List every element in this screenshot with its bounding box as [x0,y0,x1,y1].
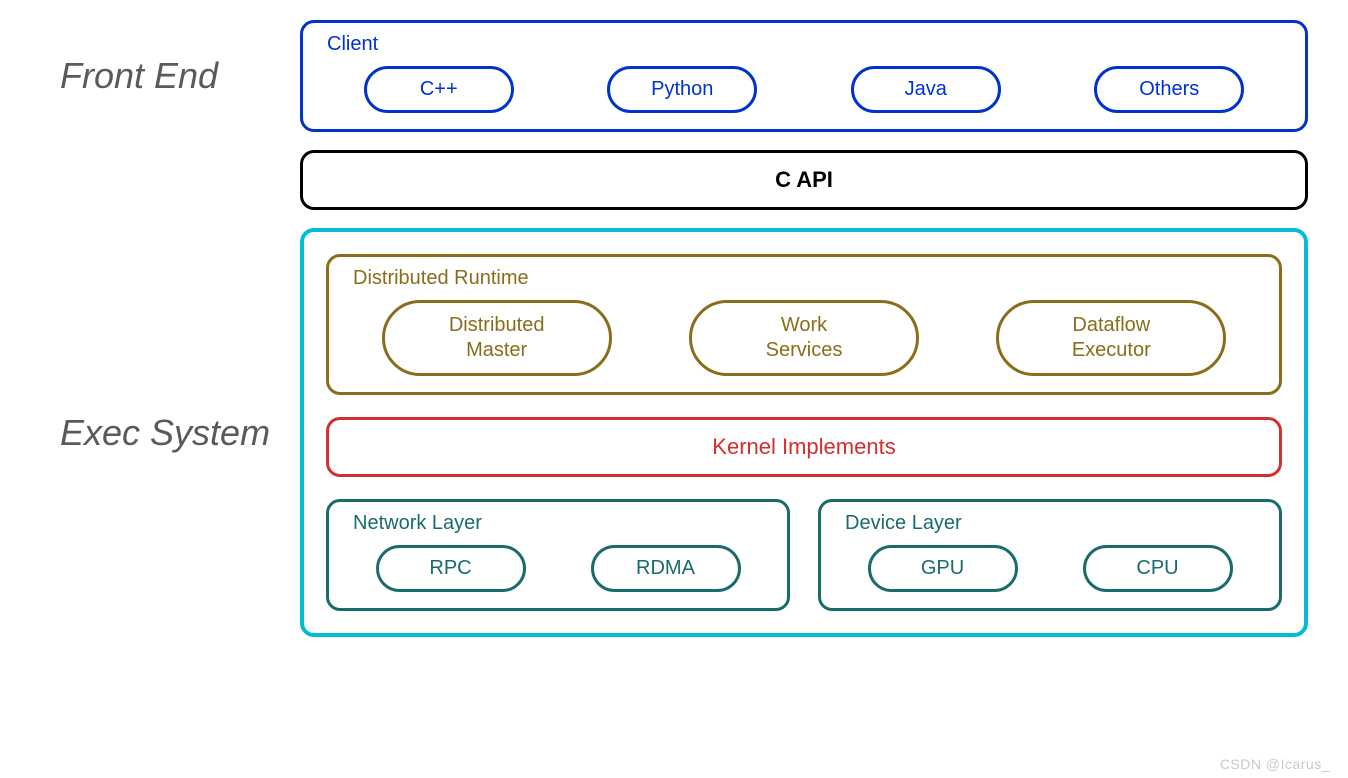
front-end-label: Front End [40,55,300,97]
kernel-box: Kernel Implements [326,417,1282,477]
runtime-item-master: DistributedMaster [382,300,612,376]
exec-system-label: Exec System [40,412,300,454]
device-item-cpu: CPU [1083,545,1233,592]
client-item-others: Others [1094,66,1244,113]
kernel-title: Kernel Implements [329,420,1279,474]
device-box: Device Layer GPU CPU [818,499,1282,611]
runtime-box: Distributed Runtime DistributedMaster Wo… [326,254,1282,395]
runtime-title: Distributed Runtime [353,267,1261,290]
front-end-row: Front End Client C++ Python Java Others [40,20,1308,132]
capi-box: C API [300,150,1308,210]
network-title: Network Layer [353,512,769,535]
client-item-cpp: C++ [364,66,514,113]
device-title: Device Layer [845,512,1261,535]
bottom-layers: Network Layer RPC RDMA Device Layer GPU … [326,499,1282,611]
device-item-gpu: GPU [868,545,1018,592]
client-item-java: Java [851,66,1001,113]
capi-title: C API [303,153,1305,207]
runtime-item-executor: DataflowExecutor [996,300,1226,376]
network-item-rpc: RPC [376,545,526,592]
exec-system-row: Exec System Distributed Runtime Distribu… [40,228,1308,637]
watermark: CSDN @Icarus_ [1220,756,1330,772]
runtime-item-work: WorkServices [689,300,919,376]
client-item-python: Python [607,66,757,113]
exec-system-box: Distributed Runtime DistributedMaster Wo… [300,228,1308,637]
client-box: Client C++ Python Java Others [300,20,1308,132]
capi-row: C API [40,150,1308,210]
network-box: Network Layer RPC RDMA [326,499,790,611]
client-title: Client [327,33,1287,56]
network-item-rdma: RDMA [591,545,741,592]
